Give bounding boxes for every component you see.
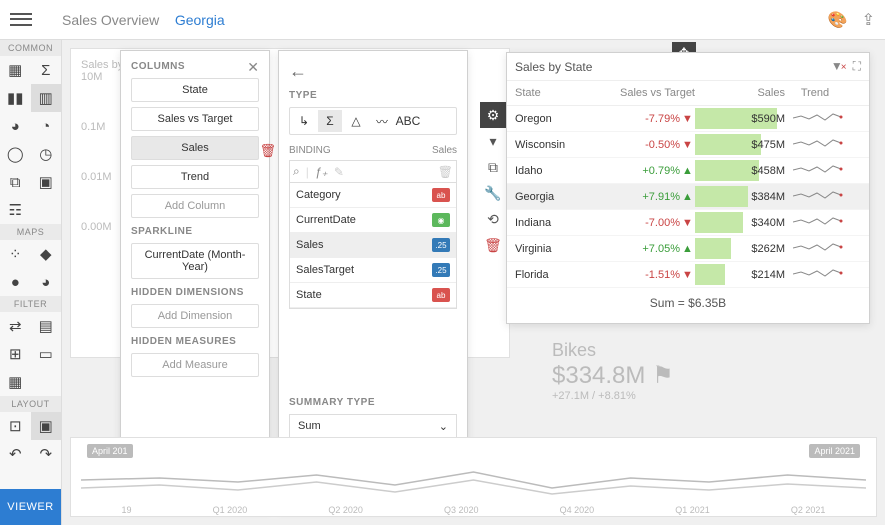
breadcrumb-current[interactable]: Georgia — [175, 12, 225, 28]
edit-icon[interactable]: ✎ — [334, 165, 344, 179]
sidebar-section-layout: LAYOUT — [0, 396, 61, 412]
item-toolbar: ⚙ ▾ ⧉ 🔧 ⟲ 🗑 — [480, 102, 506, 258]
image-icon[interactable]: ▣ — [31, 168, 62, 196]
trash-icon[interactable]: 🗑 — [438, 165, 453, 179]
search-icon[interactable]: ⌕ — [293, 164, 300, 179]
binding-list: CategoryabCurrentDate◉Sales.25SalesTarge… — [289, 183, 457, 309]
type-header: TYPE — [289, 90, 457, 101]
timeline[interactable]: April 201 April 2021 19Q1 2020Q2 2020Q3 … — [70, 437, 877, 517]
add-measure-button[interactable]: Add Measure — [131, 353, 259, 377]
tab-container-icon[interactable]: ▣ — [31, 412, 62, 440]
column-trend[interactable]: Trend — [131, 165, 259, 189]
range-icon[interactable]: ⇄ — [0, 312, 31, 340]
type-delta-icon[interactable]: △ — [344, 110, 368, 132]
grid-icon[interactable]: ▦ — [0, 56, 31, 84]
treemap-icon[interactable]: ⧉ — [0, 168, 31, 196]
timeline-end[interactable]: April 2021 — [809, 444, 860, 458]
table-row[interactable]: Wisconsin-0.50%▼$475M — [507, 132, 869, 158]
speedometer-icon[interactable]: ◷ — [31, 140, 62, 168]
table-row[interactable]: Virginia+7.05%▲$262M — [507, 236, 869, 262]
card-icon[interactable]: ☶ — [0, 196, 31, 224]
date-filter-icon[interactable]: ▦ — [0, 368, 31, 396]
chevron-down-icon: ⌄ — [439, 420, 448, 433]
sparkline-field[interactable]: CurrentDate (Month-Year) — [131, 243, 259, 279]
table-row[interactable]: Indiana-7.00%▼$340M — [507, 210, 869, 236]
add-dimension-button[interactable]: Add Dimension — [131, 304, 259, 328]
donut-icon[interactable]: ◯ — [0, 140, 31, 168]
delete-icon[interactable]: 🗑 — [259, 143, 276, 159]
filter-icon[interactable]: ▾ — [480, 128, 506, 154]
table-sum: Sum = $6.35B — [507, 288, 869, 318]
sidebar-section-common: COMMON — [0, 40, 61, 56]
table-row[interactable]: Georgia+7.91%▲$384M — [507, 184, 869, 210]
type-sparkline-icon[interactable]: 〰 — [370, 110, 394, 132]
type-selector: ↳ Σ △ 〰 ABC — [289, 107, 457, 135]
tree-filter-icon[interactable]: ⊞ — [0, 340, 31, 368]
table-row[interactable]: Idaho+0.79%▲$458M — [507, 158, 869, 184]
table-row[interactable]: Oregon-7.79%▼$590M — [507, 106, 869, 132]
scatter-map-icon[interactable]: ⁘ — [0, 240, 31, 268]
binding-item[interactable]: Sales.25 — [290, 233, 456, 258]
gauge-icon[interactable]: ◔ — [31, 112, 62, 140]
interactivity-icon[interactable]: ⧉ — [480, 154, 506, 180]
binding-header: BINDING — [289, 145, 331, 156]
bar-chart-icon[interactable]: ▮▮ — [0, 84, 31, 112]
convert-icon[interactable]: ⟲ — [480, 206, 506, 232]
table-title: Sales by State — [515, 60, 592, 74]
table-columns: State Sales vs Target Sales Trend — [507, 81, 869, 106]
bikes-card: Bikes $334.8M ⚑ +27.1M / +8.81% — [552, 340, 674, 402]
redo-icon[interactable]: ↷ — [31, 440, 62, 468]
maximize-icon[interactable]: ⛶ — [853, 59, 861, 74]
binding-item[interactable]: Categoryab — [290, 183, 456, 208]
list-icon[interactable]: ▤ — [31, 312, 62, 340]
menu-button[interactable] — [10, 9, 32, 31]
binding-value: Sales — [432, 145, 457, 156]
type-auto-icon[interactable]: ↳ — [292, 110, 316, 132]
column-sales[interactable]: Sales 🗑 — [131, 136, 259, 160]
add-column-button[interactable]: Add Column — [131, 194, 259, 218]
sparkline-header: SPARKLINE — [131, 226, 259, 237]
sidebar-section-maps: MAPS — [0, 224, 61, 240]
combo-filter-icon[interactable]: ▭ — [31, 340, 62, 368]
binding-toolbar: ⌕ | ƒ₊ ✎ 🗑 — [289, 160, 457, 183]
export-icon[interactable]: ⇪ — [862, 10, 875, 30]
viewer-button[interactable]: VIEWER — [0, 489, 61, 525]
fx-icon[interactable]: ƒ₊ — [315, 165, 328, 179]
type-measure-icon[interactable]: Σ — [318, 110, 342, 132]
binding-item[interactable]: Stateab — [290, 283, 456, 308]
column-sales-vs-target[interactable]: Sales vs Target — [131, 107, 259, 131]
summary-header: SUMMARY TYPE — [289, 397, 457, 408]
geo-icon[interactable]: ◆ — [31, 240, 62, 268]
timeline-start[interactable]: April 201 — [87, 444, 133, 458]
binding-item[interactable]: SalesTarget.25 — [290, 258, 456, 283]
sigma-icon[interactable]: Σ — [31, 56, 62, 84]
breadcrumb-root[interactable]: Sales Overview — [62, 12, 159, 28]
wrench-icon[interactable]: 🔧 — [480, 180, 506, 206]
summary-select[interactable]: Sum ⌄ — [289, 414, 457, 439]
group-icon[interactable]: ⊡ — [0, 412, 31, 440]
sales-by-state-panel: Sales by State ▼× ⛶ State Sales vs Targe… — [506, 52, 870, 324]
column-state[interactable]: State — [131, 78, 259, 102]
sidebar-section-filter: FILTER — [0, 296, 61, 312]
columns-header: COLUMNS — [131, 61, 259, 72]
close-icon[interactable]: ✕ — [247, 59, 259, 76]
stacked-bar-icon[interactable]: ▥ — [31, 84, 62, 112]
delete-item-icon[interactable]: 🗑 — [480, 232, 506, 258]
pie-icon[interactable]: ◕ — [0, 112, 31, 140]
gear-icon[interactable]: ⚙ — [480, 102, 506, 128]
back-icon[interactable]: ← — [289, 61, 457, 82]
palette-icon[interactable]: 🎨 — [828, 10, 848, 30]
sidebar: COMMON ▦Σ ▮▮▥ ◕◔ ◯◷ ⧉▣ ☶ MAPS ⁘◆ ●◕ FILT… — [0, 40, 62, 525]
undo-icon[interactable]: ↶ — [0, 440, 31, 468]
pie-map-icon[interactable]: ◕ — [31, 268, 62, 296]
hidden-meas-header: HIDDEN MEASURES — [131, 336, 259, 347]
type-text-icon[interactable]: ABC — [396, 110, 420, 132]
bubble-map-icon[interactable]: ● — [0, 268, 31, 296]
funnel-icon[interactable]: ▼× — [831, 59, 847, 74]
binding-item[interactable]: CurrentDate◉ — [290, 208, 456, 233]
breadcrumb: Sales Overview Georgia — [62, 12, 225, 28]
table-row[interactable]: Florida-1.51%▼$214M — [507, 262, 869, 288]
hidden-dim-header: HIDDEN DIMENSIONS — [131, 287, 259, 298]
